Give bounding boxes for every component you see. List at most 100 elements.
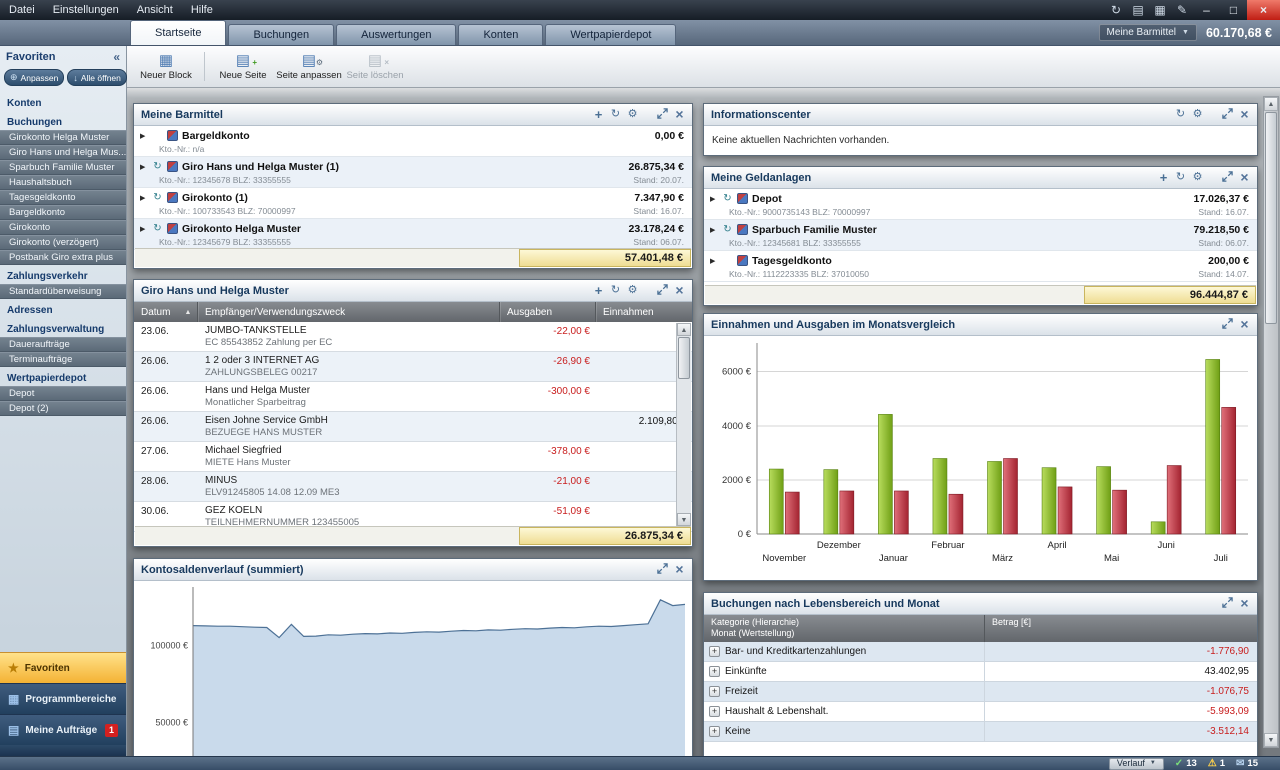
expand-icon[interactable] bbox=[657, 108, 668, 122]
close-button[interactable]: × bbox=[1247, 0, 1280, 20]
category-row[interactable]: +Haushalt & Lebenshalt.-5.993,09 bbox=[704, 702, 1257, 722]
close-icon[interactable]: × bbox=[1239, 172, 1250, 183]
menu-ansicht[interactable]: Ansicht bbox=[128, 0, 182, 20]
menu-hilfe[interactable]: Hilfe bbox=[182, 0, 222, 20]
collapse-sidebar-icon[interactable]: « bbox=[113, 50, 120, 64]
row-expand-icon[interactable]: ▶ bbox=[140, 163, 148, 171]
sync-icon[interactable]: ↻ bbox=[1105, 0, 1127, 20]
column-einnahmen[interactable]: Einnahmen bbox=[596, 302, 692, 322]
refresh-icon[interactable]: ↻ bbox=[1175, 172, 1186, 183]
add-icon[interactable]: + bbox=[593, 109, 604, 120]
expand-plus-icon[interactable]: + bbox=[709, 726, 720, 737]
refresh-icon[interactable]: ↻ bbox=[152, 223, 163, 234]
transaction-row[interactable]: 27.06.Michael SiegfriedMIETE Hans Muster… bbox=[134, 442, 692, 472]
expand-plus-icon[interactable]: + bbox=[709, 686, 720, 697]
menu-datei[interactable]: Datei bbox=[0, 0, 44, 20]
sidebar-item-terminauftr-ge[interactable]: Terminaufträge bbox=[0, 352, 126, 367]
close-icon[interactable]: × bbox=[674, 285, 685, 296]
expand-icon[interactable] bbox=[657, 284, 668, 298]
sidebar-item-girokonto-helga-muster[interactable]: Girokonto Helga Muster bbox=[0, 130, 126, 145]
account-row[interactable]: ▶↻Sparbuch Familie Muster79.218,50 €Kto.… bbox=[704, 220, 1257, 251]
column-datum[interactable]: Datum ▲ bbox=[134, 302, 198, 322]
table-scrollbar[interactable]: ▲ ▼ bbox=[676, 323, 691, 526]
account-row[interactable]: ▶↻Depot17.026,37 €Kto.-Nr.: 9000735143 B… bbox=[704, 189, 1257, 220]
category-row[interactable]: +Freizeit-1.076,75 bbox=[704, 682, 1257, 702]
tab-buchungen[interactable]: Buchungen bbox=[228, 24, 334, 45]
sidebar-section-zahlungsverkehr[interactable]: Zahlungsverkehr bbox=[0, 268, 126, 284]
close-icon[interactable]: × bbox=[674, 109, 685, 120]
sidebar-item-depot-2[interactable]: Depot (2) bbox=[0, 401, 126, 416]
tab-startseite[interactable]: Startseite bbox=[130, 20, 226, 45]
settings-icon[interactable]: ⚙ bbox=[627, 109, 638, 120]
maximize-button[interactable]: □ bbox=[1220, 0, 1247, 20]
close-icon[interactable]: × bbox=[1239, 598, 1250, 609]
expand-icon[interactable] bbox=[1222, 108, 1233, 122]
scroll-up-icon[interactable]: ▲ bbox=[1264, 97, 1278, 111]
refresh-icon[interactable]: ↻ bbox=[722, 193, 733, 204]
sidebar-anpassen-button[interactable]: ⊕Anpassen bbox=[4, 69, 64, 86]
column-empfaenger[interactable]: Empfänger/Verwendungszweck bbox=[198, 302, 500, 322]
expand-icon[interactable] bbox=[1222, 597, 1233, 611]
toolbar-neuer-block[interactable]: ▦Neuer Block bbox=[133, 48, 199, 85]
category-row[interactable]: +Einkünfte43.402,95 bbox=[704, 662, 1257, 682]
transaction-row[interactable]: 26.06.Eisen Johne Service GmbHBEZUEGE HA… bbox=[134, 412, 692, 442]
expand-icon[interactable] bbox=[1222, 318, 1233, 332]
transaction-row[interactable]: 28.06.MINUSELV91245805 14.08 12.09 ME3-2… bbox=[134, 472, 692, 502]
transaction-row[interactable]: 23.06.JUMBO-TANKSTELLEEC 85543852 Zahlun… bbox=[134, 322, 692, 352]
column-kategorie[interactable]: Kategorie (Hierarchie) Monat (Wertstellu… bbox=[704, 615, 985, 642]
expand-plus-icon[interactable]: + bbox=[709, 666, 720, 677]
sidebar-item-tagesgeldkonto[interactable]: Tagesgeldkonto bbox=[0, 190, 126, 205]
sidebar-section-konten[interactable]: Konten bbox=[0, 95, 126, 111]
sidebar-item-haushaltsbuch[interactable]: Haushaltsbuch bbox=[0, 175, 126, 190]
sidebar-item-sparbuch-familie-muster[interactable]: Sparbuch Familie Muster bbox=[0, 160, 126, 175]
verlauf-dropdown[interactable]: Verlauf ▼ bbox=[1109, 758, 1164, 770]
sidebar-section-zahlungsverwaltung[interactable]: Zahlungsverwaltung bbox=[0, 321, 126, 337]
scroll-down-icon[interactable]: ▼ bbox=[677, 513, 691, 526]
sidebar-item-giro-hans-und-helga-mus[interactable]: Giro Hans und Helga Mus... bbox=[0, 145, 126, 160]
row-expand-icon[interactable]: ▶ bbox=[710, 257, 718, 265]
minimize-button[interactable]: – bbox=[1193, 0, 1220, 20]
sidebar-item-bargeldkonto[interactable]: Bargeldkonto bbox=[0, 205, 126, 220]
close-icon[interactable]: × bbox=[1239, 319, 1250, 330]
refresh-icon[interactable]: ↻ bbox=[152, 192, 163, 203]
sidebar-alle-ffnen-button[interactable]: ↓Alle öffnen bbox=[67, 69, 127, 86]
refresh-icon[interactable]: ↻ bbox=[722, 224, 733, 235]
sidebar-footer-programmbereiche[interactable]: ▦Programmbereiche bbox=[0, 683, 126, 714]
category-row[interactable]: +Bar- und Kreditkartenzahlungen-1.776,90 bbox=[704, 642, 1257, 662]
account-row[interactable]: ▶↻Girokonto Helga Muster23.178,24 €Kto.-… bbox=[134, 219, 692, 250]
sidebar-item-standard-berweisung[interactable]: Standardüberweisung bbox=[0, 284, 126, 299]
refresh-icon[interactable]: ↻ bbox=[1175, 109, 1186, 120]
tab-wertpapierdepot[interactable]: Wertpapierdepot bbox=[545, 24, 676, 45]
close-icon[interactable]: × bbox=[1239, 109, 1250, 120]
export-icon[interactable]: ▤ bbox=[1127, 0, 1149, 20]
tab-konten[interactable]: Konten bbox=[458, 24, 543, 45]
reports-icon[interactable]: ▦ bbox=[1149, 0, 1171, 20]
expand-plus-icon[interactable]: + bbox=[709, 646, 720, 657]
scroll-up-icon[interactable]: ▲ bbox=[677, 323, 691, 336]
settings-icon[interactable]: ⚙ bbox=[627, 285, 638, 296]
status-check[interactable]: ✓13 bbox=[1175, 758, 1197, 769]
status-mail[interactable]: ✉15 bbox=[1236, 758, 1258, 769]
sidebar-footer-meine-auftr-ge[interactable]: ▤Meine Aufträge1 bbox=[0, 714, 126, 745]
add-icon[interactable]: + bbox=[1158, 172, 1169, 183]
refresh-icon[interactable]: ↻ bbox=[610, 285, 621, 296]
row-expand-icon[interactable]: ▶ bbox=[140, 132, 148, 140]
row-expand-icon[interactable]: ▶ bbox=[140, 225, 148, 233]
sidebar-item-girokonto-verz-gert[interactable]: Girokonto (verzögert) bbox=[0, 235, 126, 250]
row-expand-icon[interactable]: ▶ bbox=[710, 195, 718, 203]
sidebar-item-dauerauftr-ge[interactable]: Daueraufträge bbox=[0, 337, 126, 352]
row-expand-icon[interactable]: ▶ bbox=[710, 226, 718, 234]
scroll-thumb[interactable] bbox=[678, 337, 690, 379]
expand-icon[interactable] bbox=[1222, 171, 1233, 185]
sidebar-item-postbank-giro-extra-plus[interactable]: Postbank Giro extra plus bbox=[0, 250, 126, 265]
account-selector[interactable]: Meine Barmittel ▼ bbox=[1099, 24, 1197, 41]
column-ausgaben[interactable]: Ausgaben bbox=[500, 302, 596, 322]
sidebar-section-adressen[interactable]: Adressen bbox=[0, 302, 126, 318]
category-row[interactable]: +Keine-3.512,14 bbox=[704, 722, 1257, 742]
account-row[interactable]: ▶↻Girokonto (1)7.347,90 €Kto.-Nr.: 10073… bbox=[134, 188, 692, 219]
settings-icon[interactable]: ⚙ bbox=[1192, 109, 1203, 120]
transaction-row[interactable]: 26.06.1 2 oder 3 INTERNET AGZAHLUNGSBELE… bbox=[134, 352, 692, 382]
sidebar-section-wertpapierdepot[interactable]: Wertpapierdepot bbox=[0, 370, 126, 386]
toolbar-neue-seite[interactable]: ▤+Neue Seite bbox=[210, 48, 276, 85]
account-row[interactable]: ▶Tagesgeldkonto200,00 €Kto.-Nr.: 1112223… bbox=[704, 251, 1257, 282]
